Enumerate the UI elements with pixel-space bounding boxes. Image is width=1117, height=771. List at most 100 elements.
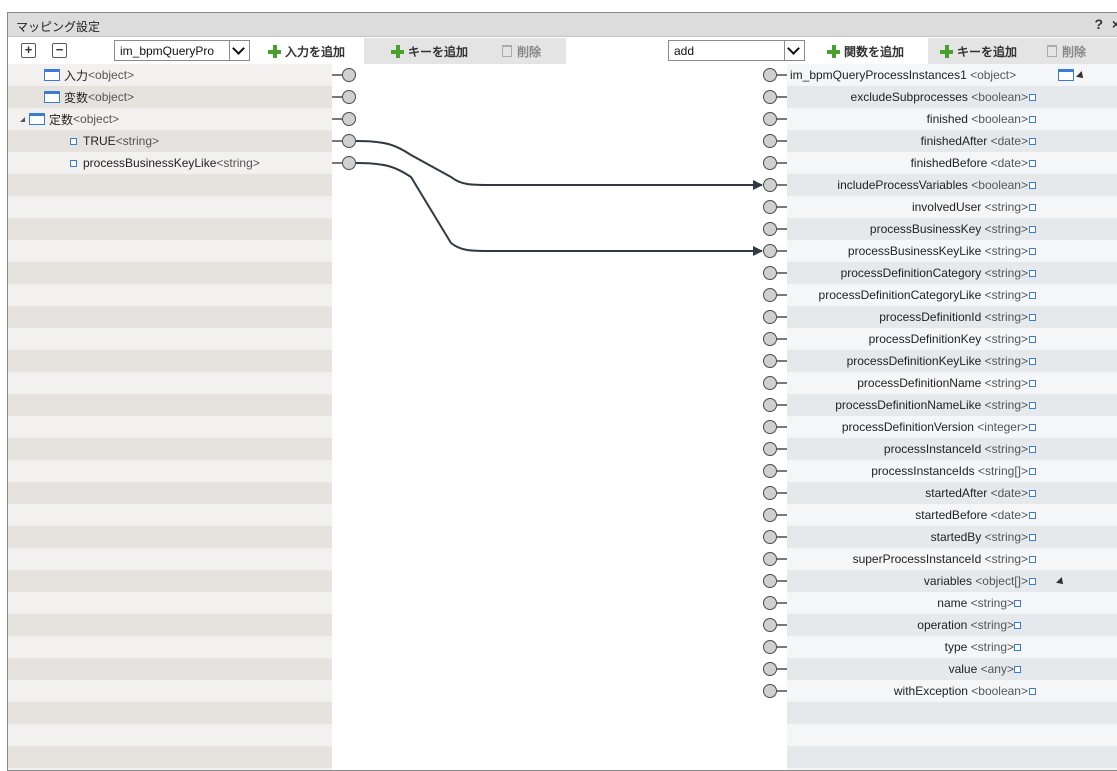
expand-all-button[interactable]: + — [21, 43, 36, 58]
plus-icon — [391, 44, 404, 58]
target-tree-item[interactable]: involvedUser <string> — [788, 196, 1068, 218]
target-connector[interactable] — [763, 420, 777, 434]
target-connector[interactable] — [763, 596, 777, 610]
target-tree-item[interactable]: processDefinitionId <string> — [788, 306, 1068, 328]
target-item-name: variables — [923, 574, 976, 588]
add-key-right-button[interactable]: キーを追加 削除 — [928, 38, 1117, 64]
target-tree-item[interactable]: name <string> — [788, 592, 1068, 614]
target-tree-item[interactable]: processInstanceIds <string[]> — [788, 460, 1068, 482]
target-connector[interactable] — [763, 464, 777, 478]
target-connector[interactable] — [763, 640, 777, 654]
target-tree-item[interactable]: finishedAfter <date> — [788, 130, 1068, 152]
target-connector[interactable] — [763, 530, 777, 544]
target-tree-item[interactable]: superProcessInstanceId <string> — [788, 548, 1068, 570]
source-tree-item[interactable]: TRUE <string> — [8, 130, 332, 152]
collapse-all-button[interactable]: − — [52, 43, 67, 58]
source-tree-item[interactable]: processBusinessKeyLike <string> — [8, 152, 332, 174]
target-item-name: name — [937, 596, 971, 610]
target-item-label: superProcessInstanceId <string> — [853, 552, 1028, 566]
target-tree-item[interactable]: operation <string> — [788, 614, 1068, 636]
target-tree-item[interactable]: variables <object[]> — [788, 570, 1068, 592]
target-connector[interactable] — [763, 68, 777, 82]
trash-icon — [1047, 45, 1058, 57]
target-item-type: <date> — [990, 486, 1028, 500]
target-tree-item[interactable]: processDefinitionVersion <integer> — [788, 416, 1068, 438]
source-tree-item[interactable]: 定数 <object> — [8, 108, 332, 130]
target-item-type: <string> — [984, 354, 1028, 368]
target-item-label: finishedAfter <date> — [921, 134, 1028, 148]
target-connector[interactable] — [763, 156, 777, 170]
target-tree-item[interactable]: finishedBefore <date> — [788, 152, 1068, 174]
close-button[interactable]: × — [1112, 16, 1117, 32]
target-connector[interactable] — [763, 398, 777, 412]
target-connector[interactable] — [763, 244, 777, 258]
plus-icon — [268, 44, 281, 58]
source-connector[interactable] — [342, 90, 356, 104]
mapping-line[interactable] — [355, 140, 763, 190]
target-tree-item[interactable]: processDefinitionKey <string> — [788, 328, 1068, 350]
target-tree-item[interactable]: processBusinessKeyLike <string> — [788, 240, 1068, 262]
source-tree-item[interactable]: 入力 <object> — [8, 64, 332, 86]
target-connector[interactable] — [763, 288, 777, 302]
target-tree-item[interactable]: processDefinitionName <string> — [788, 372, 1068, 394]
delete-left-label: 削除 — [517, 44, 542, 59]
function-select[interactable]: add — [668, 40, 805, 61]
target-tree-item[interactable]: startedBefore <date> — [788, 504, 1068, 526]
target-connector[interactable] — [763, 442, 777, 456]
target-connector[interactable] — [763, 178, 777, 192]
target-tree-item[interactable]: type <string> — [788, 636, 1068, 658]
target-connector[interactable] — [763, 354, 777, 368]
target-tree-item[interactable]: finished <boolean> — [788, 108, 1068, 130]
add-input-button[interactable]: 入力を追加 — [262, 38, 351, 64]
target-connector[interactable] — [763, 222, 777, 236]
source-connector[interactable] — [342, 68, 356, 82]
target-tree-item[interactable]: value <any> — [788, 658, 1068, 680]
target-connector[interactable] — [763, 508, 777, 522]
target-connector[interactable] — [763, 266, 777, 280]
target-connector[interactable] — [763, 486, 777, 500]
add-key-left-button[interactable]: キーを追加 削除 — [364, 38, 566, 64]
target-item-name: processDefinitionCategoryLike — [818, 288, 985, 302]
target-tree-item[interactable]: processDefinitionKeyLike <string> — [788, 350, 1068, 372]
target-tree-item[interactable]: withException <boolean> — [788, 680, 1068, 702]
collapse-arrow-icon[interactable] — [20, 116, 25, 122]
source-connector[interactable] — [342, 156, 356, 170]
target-connector[interactable] — [763, 310, 777, 324]
dialog-titlebar[interactable]: マッピング設定 ? × — [8, 13, 1117, 37]
target-connector[interactable] — [763, 90, 777, 104]
target-connector[interactable] — [763, 574, 777, 588]
field-icon — [1014, 600, 1021, 607]
target-tree-item[interactable]: processDefinitionNameLike <string> — [788, 394, 1068, 416]
target-connector[interactable] — [763, 662, 777, 676]
target-tree-item[interactable]: im_bpmQueryProcessInstances1 <object> — [788, 64, 1086, 86]
add-input-label: 入力を追加 — [285, 44, 346, 59]
target-tree-item[interactable]: startedAfter <date> — [788, 482, 1068, 504]
target-connector[interactable] — [763, 332, 777, 346]
target-connector[interactable] — [763, 552, 777, 566]
target-item-type: <date> — [990, 134, 1028, 148]
add-function-label: 関数を追加 — [844, 44, 905, 59]
add-function-button[interactable]: 関数を追加 — [821, 38, 910, 64]
target-tree-item[interactable]: startedBy <string> — [788, 526, 1068, 548]
expand-arrow-icon[interactable] — [1056, 577, 1066, 587]
target-connector[interactable] — [763, 134, 777, 148]
chevron-down-icon — [784, 41, 804, 60]
target-connector[interactable] — [763, 684, 777, 698]
help-button[interactable]: ? — [1094, 16, 1103, 32]
target-connector[interactable] — [763, 376, 777, 390]
input-select[interactable]: im_bpmQueryPro — [114, 40, 250, 61]
mapping-line[interactable] — [355, 162, 763, 256]
source-tree-item[interactable]: 変数 <object> — [8, 86, 332, 108]
target-tree-item[interactable]: processBusinessKey <string> — [788, 218, 1068, 240]
target-connector[interactable] — [763, 112, 777, 126]
target-item-label: processDefinitionCategoryLike <string> — [819, 288, 1028, 302]
target-tree-item[interactable]: processDefinitionCategory <string> — [788, 262, 1068, 284]
target-tree-item[interactable]: excludeSubprocesses <boolean> — [788, 86, 1068, 108]
source-connector[interactable] — [342, 134, 356, 148]
target-connector[interactable] — [763, 618, 777, 632]
target-tree-item[interactable]: processInstanceId <string> — [788, 438, 1068, 460]
target-tree-item[interactable]: processDefinitionCategoryLike <string> — [788, 284, 1068, 306]
source-connector[interactable] — [342, 112, 356, 126]
target-connector[interactable] — [763, 200, 777, 214]
target-tree-item[interactable]: includeProcessVariables <boolean> — [788, 174, 1068, 196]
